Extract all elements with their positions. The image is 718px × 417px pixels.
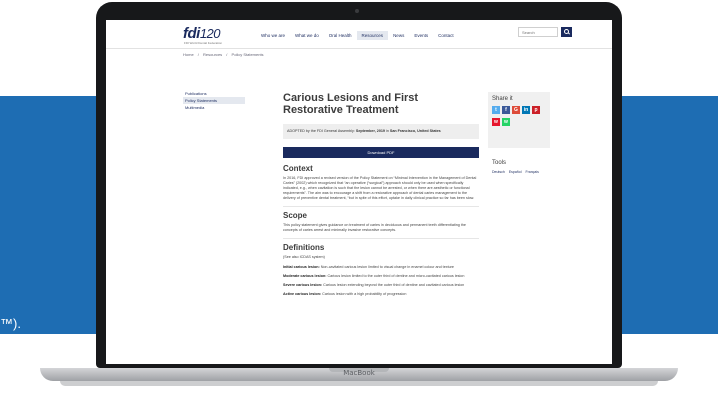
tools-links: Deutsch Español Français [492,170,550,174]
share-row: w w [492,118,550,126]
share-box: Share it t f G in p w w [488,92,550,148]
nav-item[interactable]: Contact [433,31,459,40]
divider [283,238,479,239]
weibo-icon[interactable]: w [492,118,500,126]
camera-icon [355,9,359,13]
definitions-heading: Definitions [283,243,325,252]
laptop-lid: fdi120 FDI World Dental Federation Who w… [96,2,622,368]
breadcrumb-separator: / [226,52,228,57]
logo-subtitle: FDI World Dental Federation [184,41,223,45]
breadcrumb-item[interactable]: Resources [203,52,222,57]
logo-text: fdi [183,25,200,42]
main-content: Carious Lesions and First Restorative Tr… [283,92,479,301]
context-heading: Context [283,164,313,173]
main-nav: Who we are What we do Oral Health Resour… [256,31,459,40]
adopted-box: ADOPTED by the FDI General Assembly: Sep… [283,124,479,139]
definition-item: Active carious lesion: Carious lesion wi… [283,292,479,297]
adopted-date: September, 2019 [355,129,385,133]
definition-text: Carious lesion limited to the outer thir… [326,274,465,278]
definition-term: Severe carious lesion: [283,283,323,287]
language-link[interactable]: Français [525,170,538,174]
laptop-shadow [60,381,658,386]
breadcrumb-current: Policy Statements [231,52,264,57]
divider [283,206,479,207]
nav-item-active[interactable]: Resources [356,31,389,40]
left-nav-item[interactable]: Multimedia [183,104,245,111]
nav-item[interactable]: Who we are [256,31,290,40]
download-pdf-button[interactable]: Download PDF [283,147,479,158]
breadcrumb: Home / Resources / Policy Statements [183,52,267,57]
definition-term: Active carious lesion: [283,292,322,296]
definition-text: Carious lesion extending beyond the oute… [322,283,465,287]
fdi-logo[interactable]: fdi120 [183,25,221,42]
nav-item[interactable]: News [388,31,409,40]
search-button[interactable] [561,27,572,37]
tools-box: Tools Deutsch Español Français [488,156,550,174]
breadcrumb-separator: / [197,52,199,57]
definition-item: Severe carious lesion: Carious lesion ex… [283,283,479,288]
context-text: In 2016, FDI approved a revised version … [283,176,477,200]
share-title: Share it [492,96,513,102]
nav-item[interactable]: Oral Health [324,31,357,40]
adopted-prefix: ADOPTED by the FDI General Assembly: [287,129,356,133]
twitter-icon[interactable]: t [492,106,500,114]
facebook-icon[interactable]: f [502,106,510,114]
tools-title: Tools [492,160,507,166]
definition-term: Initial carious lesion: [283,265,320,269]
linkedin-icon[interactable]: in [522,106,530,114]
definition-term: Moderate carious lesion: [283,274,327,278]
background-text: ™). [0,316,21,331]
nav-item[interactable]: Events [409,31,433,40]
search-input[interactable] [518,27,558,37]
google-plus-icon[interactable]: G [512,106,520,114]
site-header: fdi120 FDI World Dental Federation Who w… [106,20,612,49]
left-nav: Publications Policy Statements Multimedi… [183,90,245,111]
language-link[interactable]: Deutsch [492,170,505,174]
laptop-screen: fdi120 FDI World Dental Federation Who w… [106,20,612,364]
definitions-intro: (See also ICDAS system) [283,255,325,259]
macbook-label: MacBook [343,369,375,377]
nav-item[interactable]: What we do [290,31,324,40]
pinterest-icon[interactable]: p [532,106,540,114]
definition-text: Carious lesion with a high probability o… [321,292,407,296]
definition-item: Initial carious lesion: Non-cavitated ca… [283,265,479,270]
logo-suffix: 120 [199,26,221,41]
page-title: Carious Lesions and First Restorative Tr… [283,92,419,116]
language-link[interactable]: Español [509,170,522,174]
share-row: t f G in p [492,106,550,114]
left-nav-item-selected[interactable]: Policy Statements [183,97,245,104]
breadcrumb-item[interactable]: Home [183,52,194,57]
definition-text: Non-cavitated carious lesion limited to … [319,265,454,269]
search-icon [564,29,569,34]
definition-item: Moderate carious lesion: Carious lesion … [283,274,479,279]
left-nav-item[interactable]: Publications [183,90,245,97]
adopted-place: San Francisco, United States [389,129,441,133]
whatsapp-icon[interactable]: w [502,118,510,126]
scope-heading: Scope [283,211,308,220]
scope-text: This policy statement gives guidance on … [283,223,466,232]
